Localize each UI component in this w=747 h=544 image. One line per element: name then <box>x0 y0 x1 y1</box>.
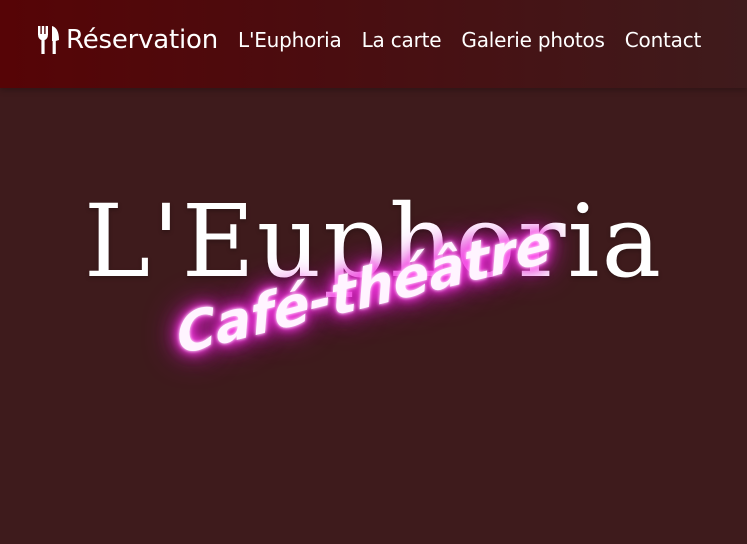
nav-link-euphoria[interactable]: L'Euphoria <box>238 28 342 52</box>
nav-link-galerie-photos[interactable]: Galerie photos <box>461 28 605 52</box>
nav-link-la-carte[interactable]: La carte <box>362 28 442 52</box>
reservation-label: Réservation <box>66 25 219 55</box>
nav-link-contact[interactable]: Contact <box>625 28 702 52</box>
utensils-icon <box>36 24 62 56</box>
hero-section: L'Euphoria Café-théâtre <box>0 88 747 544</box>
nav-menu: L'Euphoria La carte Galerie photos Conta… <box>238 20 701 60</box>
reservation-link[interactable]: Réservation <box>36 20 218 60</box>
navbar: Réservation L'Euphoria La carte Galerie … <box>0 0 747 88</box>
